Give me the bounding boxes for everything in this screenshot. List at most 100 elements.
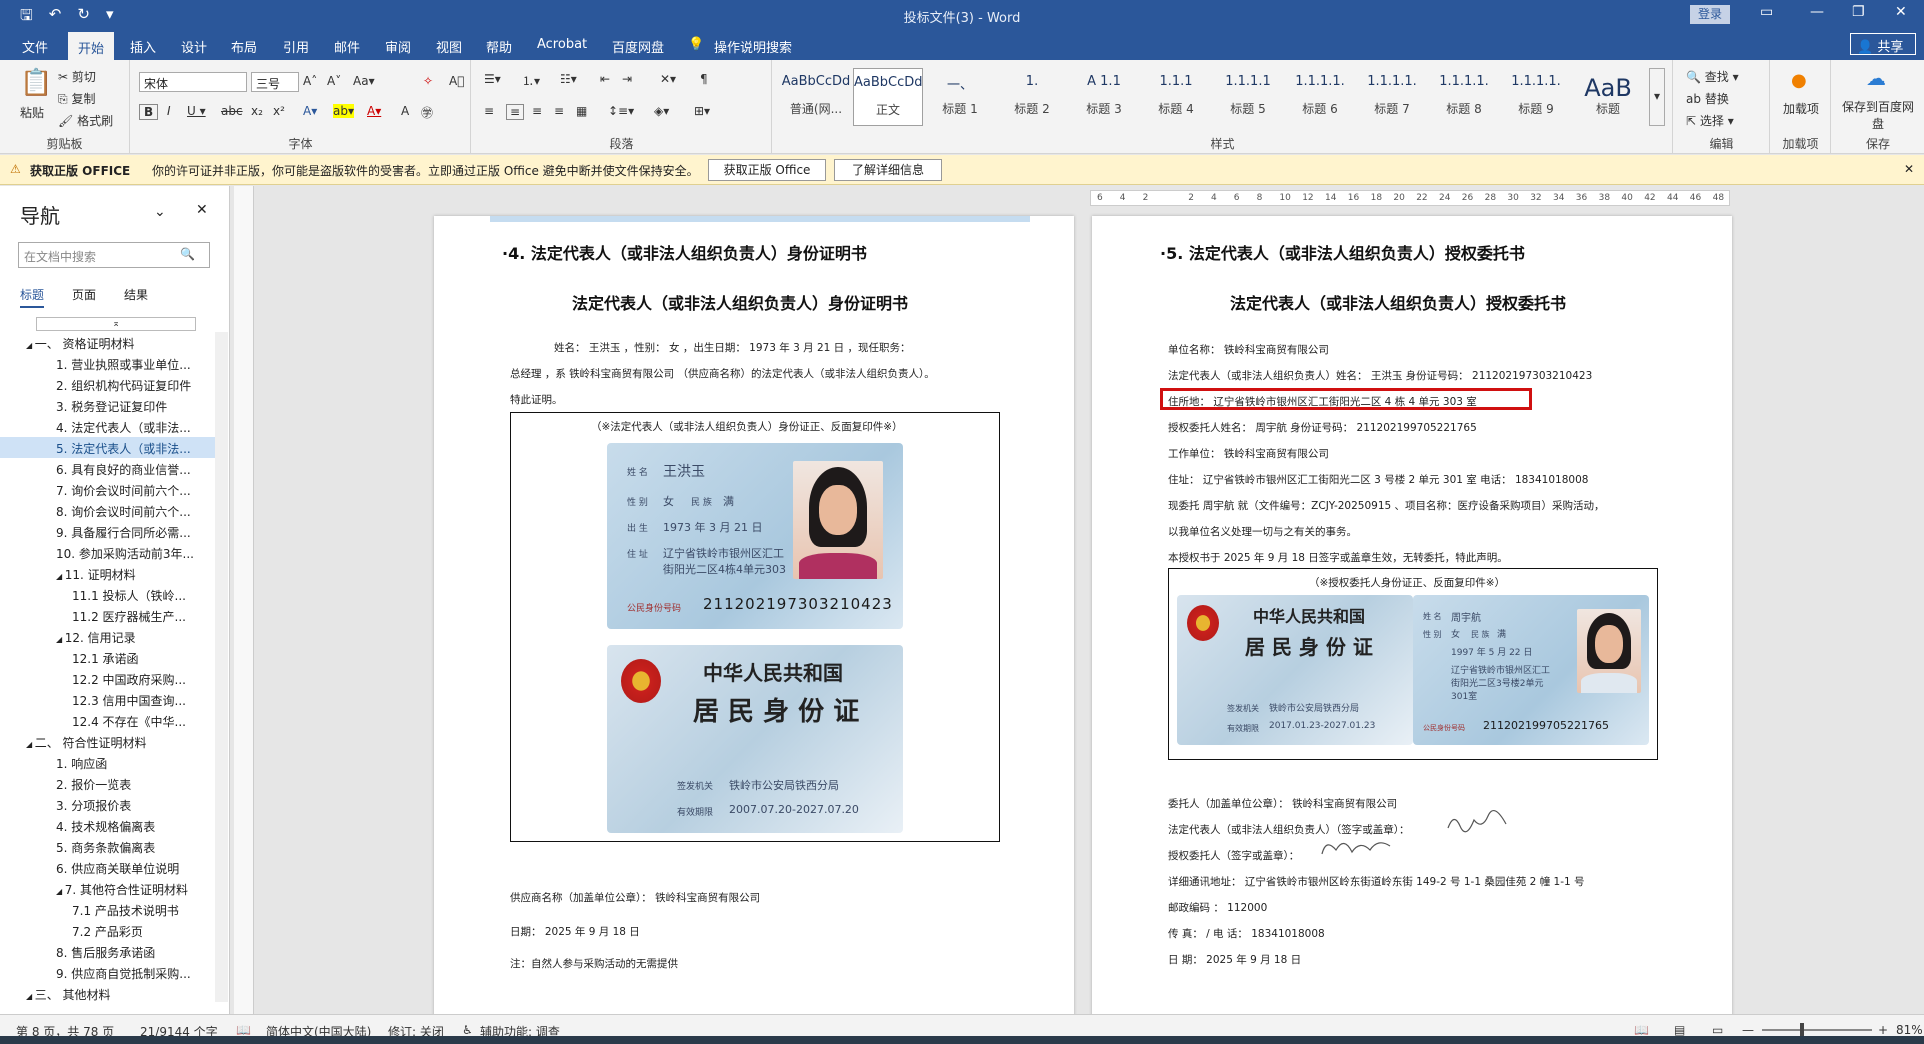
nav-item[interactable]: ◢ 7. 其他符合性证明材料 (0, 878, 215, 899)
tab-home[interactable]: 开始 (68, 32, 115, 60)
style-item-7[interactable]: 1.1.1.1. 标题 6 (1285, 68, 1355, 126)
distribute-icon[interactable]: ▦ (576, 104, 587, 118)
font-name-select[interactable]: 宋体 (139, 72, 247, 92)
nav-options-icon[interactable]: ⌄ (154, 204, 166, 220)
nav-item[interactable]: 2. 报价一览表 (0, 773, 215, 794)
zoom-slider[interactable] (1762, 1023, 1872, 1037)
expand-arrow-icon[interactable]: ◢ (56, 635, 65, 644)
tab-design[interactable]: 设计 (181, 37, 207, 56)
style-item-3[interactable]: 1. 标题 2 (997, 68, 1067, 126)
enclosed-char-icon[interactable]: ㊫ (421, 104, 433, 121)
tab-help[interactable]: 帮助 (486, 37, 512, 56)
style-item-5[interactable]: 1.1.1 标题 4 (1141, 68, 1211, 126)
nav-item[interactable]: 3. 税务登记证复印件 (0, 395, 215, 416)
web-layout-icon[interactable]: ▭ (1712, 1023, 1723, 1037)
nav-item[interactable]: ◢ 三、 其他材料 (0, 983, 215, 1004)
nav-item[interactable]: ◢ 二、 符合性证明材料 (0, 731, 215, 752)
nav-item[interactable]: 5. 商务条款偏离表 (0, 836, 215, 857)
nav-collapse-bar[interactable]: ⌅ (36, 317, 196, 331)
shrink-font-icon[interactable]: A˅ (327, 74, 341, 88)
nav-item[interactable]: 7. 询价会议时间前六个... (0, 479, 215, 500)
char-border-icon[interactable]: A⃞ (449, 74, 464, 88)
nav-item[interactable]: 8. 售后服务承诺函 (0, 941, 215, 962)
style-item-10[interactable]: 1.1.1.1. 标题 9 (1501, 68, 1571, 126)
nav-item[interactable]: 4. 法定代表人（或非法... (0, 416, 215, 437)
nav-item[interactable]: 3. 分项报价表 (0, 794, 215, 815)
nav-item[interactable]: 11.1 投标人（铁岭... (0, 584, 215, 605)
nav-item[interactable]: 6. 供应商关联单位说明 (0, 857, 215, 878)
close-icon[interactable]: ✕ (1895, 4, 1907, 20)
nav-item[interactable]: ◢ 一、 资格证明材料 (0, 332, 215, 353)
nav-search-icon[interactable]: 🔍 (180, 247, 195, 261)
borders-icon[interactable]: ⊞▾ (694, 104, 710, 118)
nav-item[interactable]: 4. 技术规格偏离表 (0, 815, 215, 836)
tab-baidu[interactable]: 百度网盘 (612, 37, 664, 56)
sort-icon[interactable]: ✕▾ (660, 72, 676, 86)
read-mode-icon[interactable]: 📖 (1634, 1023, 1649, 1037)
justify-icon[interactable]: ≡ (554, 104, 564, 118)
select-button[interactable]: ⇱ 选择 ▾ (1686, 112, 1734, 129)
numbering-icon[interactable]: ⒈▾ (522, 72, 540, 89)
learn-more-button[interactable]: 了解详细信息 (834, 159, 942, 181)
text-effects-icon[interactable]: A▾ (303, 104, 317, 118)
superscript-icon[interactable]: x² (273, 104, 285, 118)
subscript-icon[interactable]: x₂ (251, 104, 263, 118)
login-button[interactable]: 登录 (1690, 5, 1730, 24)
nav-item[interactable]: 1. 营业执照或事业单位... (0, 353, 215, 374)
nav-item[interactable]: 1. 响应函 (0, 752, 215, 773)
bullets-icon[interactable]: ☰▾ (484, 72, 501, 86)
copy-button[interactable]: ⎘ 复制 (58, 90, 95, 107)
nav-item[interactable]: 12.1 承诺函 (0, 647, 215, 668)
tell-me-search[interactable]: 操作说明搜索 (714, 37, 792, 56)
decrease-indent-icon[interactable]: ⇤ (600, 72, 610, 86)
align-left-icon[interactable]: ≡ (484, 104, 494, 118)
tab-mailings[interactable]: 邮件 (334, 37, 360, 56)
tab-layout[interactable]: 布局 (231, 37, 257, 56)
bold-icon[interactable]: B (139, 104, 159, 120)
format-painter-button[interactable]: 🖌 格式刷 (58, 112, 113, 129)
nav-item[interactable]: 7.2 产品彩页 (0, 920, 215, 941)
change-case-icon[interactable]: Aa▾ (353, 74, 375, 88)
share-button[interactable]: 👤 共享 (1850, 33, 1916, 55)
nav-item[interactable]: ◢ 11. 证明材料 (0, 563, 215, 584)
nav-scrollbar[interactable] (215, 332, 228, 1002)
underline-icon[interactable]: U ▾ (187, 104, 206, 118)
replace-button[interactable]: ab 替换 (1686, 90, 1729, 107)
tab-insert[interactable]: 插入 (130, 37, 156, 56)
nav-item[interactable]: 12.4 不存在《中华... (0, 710, 215, 731)
nav-close-icon[interactable]: ✕ (196, 202, 208, 218)
nav-item[interactable]: 9. 供应商自觉抵制采购... (0, 962, 215, 983)
page-right[interactable]: ·5. 法定代表人（或非法人组织负责人）授权委托书 法定代表人（或非法人组织负责… (1092, 216, 1732, 1016)
page-left[interactable]: ·4. 法定代表人（或非法人组织负责人）身份证明书 法定代表人（或非法人组织负责… (434, 216, 1074, 1016)
expand-arrow-icon[interactable]: ◢ (56, 572, 65, 581)
style-item-2[interactable]: 一、 标题 1 (925, 68, 995, 126)
zoom-level[interactable]: 81% (1896, 1023, 1923, 1037)
nav-item[interactable]: 12.3 信用中国查询... (0, 689, 215, 710)
styles-more-icon[interactable]: ▾ (1649, 68, 1665, 126)
nav-item[interactable]: 9. 具备履行合同所必需... (0, 521, 215, 542)
save-baidu-button[interactable]: 保存到百度网盘 (1840, 98, 1916, 132)
italic-icon[interactable]: I (167, 104, 171, 118)
nav-item[interactable]: 10. 参加采购活动前3年... (0, 542, 215, 563)
style-item-4[interactable]: A 1.1 标题 3 (1069, 68, 1139, 126)
print-layout-icon[interactable]: ▤ (1674, 1023, 1685, 1037)
expand-arrow-icon[interactable]: ◢ (26, 992, 35, 1001)
paste-button[interactable]: 粘贴 (20, 104, 44, 121)
style-item-8[interactable]: 1.1.1.1. 标题 7 (1357, 68, 1427, 126)
nav-item[interactable]: 7.1 产品技术说明书 (0, 899, 215, 920)
show-marks-icon[interactable]: ¶ (700, 72, 708, 86)
zoom-in-icon[interactable]: + (1878, 1023, 1888, 1037)
nav-tab-headings[interactable]: 标题 (20, 286, 45, 308)
minimize-icon[interactable]: — (1810, 4, 1824, 20)
nav-item[interactable]: 12.2 中国政府采购... (0, 668, 215, 689)
tab-file[interactable]: 文件 (22, 37, 48, 56)
char-shading-icon[interactable]: A (401, 104, 409, 118)
paste-icon[interactable]: 📋 (20, 68, 52, 98)
tab-review[interactable]: 审阅 (385, 37, 411, 56)
expand-arrow-icon[interactable]: ◢ (26, 740, 35, 749)
clear-format-icon[interactable]: ✧ (423, 74, 433, 88)
font-size-select[interactable]: 三号 (251, 72, 299, 92)
nav-item[interactable]: 11.2 医疗器械生产... (0, 605, 215, 626)
style-item-9[interactable]: 1.1.1.1. 标题 8 (1429, 68, 1499, 126)
ribbon-display-icon[interactable]: ▭ (1760, 4, 1773, 20)
